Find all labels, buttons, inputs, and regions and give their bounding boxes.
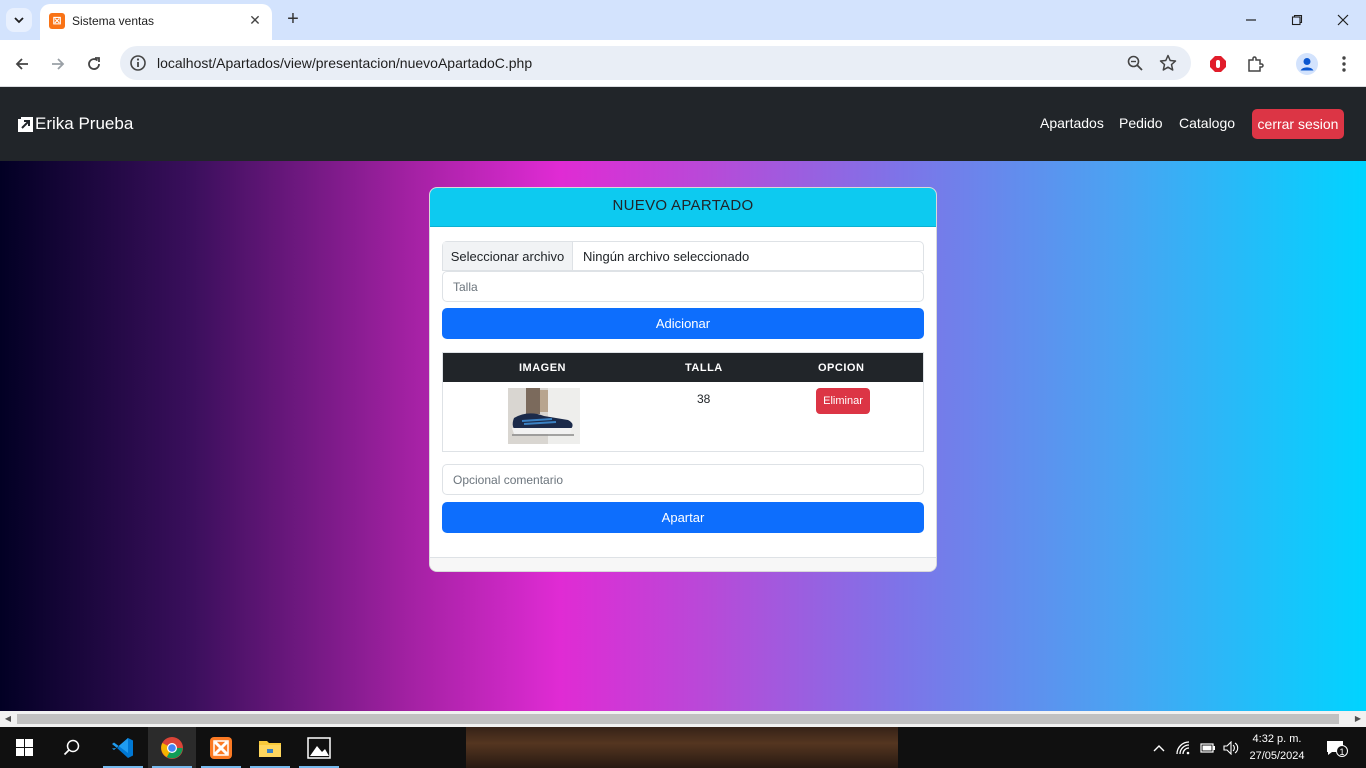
taskbar-photos[interactable] <box>295 727 343 768</box>
zoom-icon[interactable] <box>1126 54 1144 72</box>
nav-link-apartados[interactable]: Apartados <box>1040 115 1104 131</box>
extensions-button[interactable] <box>1243 52 1267 76</box>
card-title: NUEVO APARTADO <box>430 188 936 227</box>
taskbar-chrome[interactable] <box>148 727 196 768</box>
row-size-value: 38 <box>697 392 711 406</box>
clock-time: 4:32 p. m. <box>1252 733 1302 745</box>
comment-input[interactable]: Opcional comentario <box>442 464 924 495</box>
delete-item-button[interactable]: Eliminar <box>816 388 870 414</box>
close-window-button[interactable] <box>1320 0 1366 40</box>
arrow-right-icon <box>52 58 65 70</box>
forward-button[interactable] <box>46 52 70 76</box>
minimize-icon <box>1246 19 1256 21</box>
file-status-text: Ningún archivo seleccionado <box>583 248 750 264</box>
taskbar-xampp[interactable] <box>197 727 245 768</box>
chevron-down-icon <box>14 17 24 24</box>
taskbar-preview-image <box>466 727 898 768</box>
show-hidden-icons-button[interactable] <box>1150 739 1168 757</box>
extension-adblock-button[interactable] <box>1206 52 1230 76</box>
address-bar[interactable]: localhost/Apartados/view/presentacion/nu… <box>120 46 1191 80</box>
system-clock[interactable]: 4:32 p. m. 27/05/2024 <box>1242 731 1312 765</box>
browser-tab[interactable]: ⊠ Sistema ventas ✕ <box>40 4 272 40</box>
brand-link[interactable]: Erika Prueba <box>17 114 133 134</box>
battery-icon <box>1200 743 1215 753</box>
new-layaway-card: NUEVO APARTADO Seleccionar archivo Ningú… <box>429 187 937 572</box>
more-vertical-icon <box>1342 56 1346 72</box>
wifi-icon <box>1176 741 1190 755</box>
profile-avatar-icon <box>1296 53 1318 75</box>
logout-button[interactable]: cerrar sesion <box>1252 109 1344 139</box>
minimize-button[interactable] <box>1228 0 1274 40</box>
puzzle-icon <box>1248 56 1264 72</box>
scroll-left-icon[interactable]: ◀ <box>3 714 13 724</box>
horizontal-scrollbar[interactable]: ◀ ▶ <box>0 711 1366 727</box>
clock-date: 27/05/2024 <box>1249 750 1305 762</box>
windows-logo-icon <box>15 739 33 756</box>
browser-menu-button[interactable] <box>1332 52 1356 76</box>
header-talla: TALLA <box>685 362 723 374</box>
xampp-icon <box>210 736 232 759</box>
browser-toolbar: localhost/Apartados/view/presentacion/nu… <box>0 40 1366 87</box>
photos-icon <box>307 736 331 759</box>
tab-close-button[interactable]: ✕ <box>246 11 264 29</box>
search-button[interactable] <box>48 727 96 768</box>
speaker-icon <box>1223 741 1239 755</box>
profile-button[interactable] <box>1295 52 1319 76</box>
header-opcion: OPCION <box>818 362 865 374</box>
submit-layaway-button[interactable]: Apartar <box>442 502 924 533</box>
brand-name: Erika Prueba <box>35 114 134 133</box>
header-imagen: IMAGEN <box>519 362 566 374</box>
site-info-icon[interactable] <box>129 54 147 72</box>
adblock-icon <box>1210 56 1226 72</box>
back-button[interactable] <box>10 52 34 76</box>
brand-logo-icon <box>18 116 33 132</box>
url-text[interactable]: localhost/Apartados/view/presentacion/nu… <box>157 55 532 71</box>
arrow-left-icon <box>15 58 28 70</box>
table-header: IMAGEN TALLA OPCION <box>443 353 923 382</box>
card-footer <box>430 557 936 571</box>
file-upload-input[interactable]: Seleccionar archivo Ningún archivo selec… <box>442 241 924 271</box>
items-table: IMAGEN TALLA OPCION 38 Eliminar <box>442 352 924 452</box>
volume-tray-button[interactable] <box>1222 739 1240 757</box>
tab-search-button[interactable] <box>6 8 32 32</box>
network-tray-button[interactable] <box>1175 739 1193 757</box>
notification-center-button[interactable]: 1 <box>1325 739 1348 757</box>
battery-tray-button[interactable] <box>1199 739 1217 757</box>
reload-icon <box>88 57 100 70</box>
start-button[interactable] <box>0 727 48 768</box>
nav-link-catalogo[interactable]: Catalogo <box>1179 115 1235 131</box>
search-icon <box>63 739 80 755</box>
chevron-up-icon <box>1153 745 1165 752</box>
windows-taskbar: 4:32 p. m. 27/05/2024 1 <box>0 727 1366 768</box>
new-tab-button[interactable]: + <box>282 8 304 30</box>
close-icon <box>1337 14 1349 26</box>
restore-button[interactable] <box>1274 0 1320 40</box>
taskbar-vscode[interactable] <box>99 727 147 768</box>
reload-button[interactable] <box>82 52 106 76</box>
browser-tab-bar: ⊠ Sistema ventas ✕ + <box>0 0 1366 40</box>
tab-title: Sistema ventas <box>72 14 155 28</box>
taskbar-file-explorer[interactable] <box>246 727 294 768</box>
scroll-right-icon[interactable]: ▶ <box>1353 714 1363 724</box>
page-viewport: Erika Prueba Apartados Pedido Catalogo c… <box>0 87 1366 711</box>
bookmark-star-icon[interactable] <box>1159 54 1177 72</box>
add-button[interactable]: Adicionar <box>442 308 924 339</box>
restore-icon <box>1291 14 1303 26</box>
size-input[interactable]: Talla <box>442 271 924 302</box>
vscode-icon <box>112 737 133 758</box>
chrome-icon <box>161 736 183 759</box>
shoe-photo-image <box>508 388 580 444</box>
scrollbar-thumb[interactable] <box>17 714 1339 724</box>
site-navbar: Erika Prueba Apartados Pedido Catalogo c… <box>0 87 1366 161</box>
notification-count-badge: 1 <box>1336 745 1348 757</box>
folder-icon <box>259 740 281 757</box>
file-select-button[interactable]: Seleccionar archivo <box>443 242 573 270</box>
nav-link-pedido[interactable]: Pedido <box>1119 115 1163 131</box>
xampp-favicon-icon: ⊠ <box>49 13 65 29</box>
